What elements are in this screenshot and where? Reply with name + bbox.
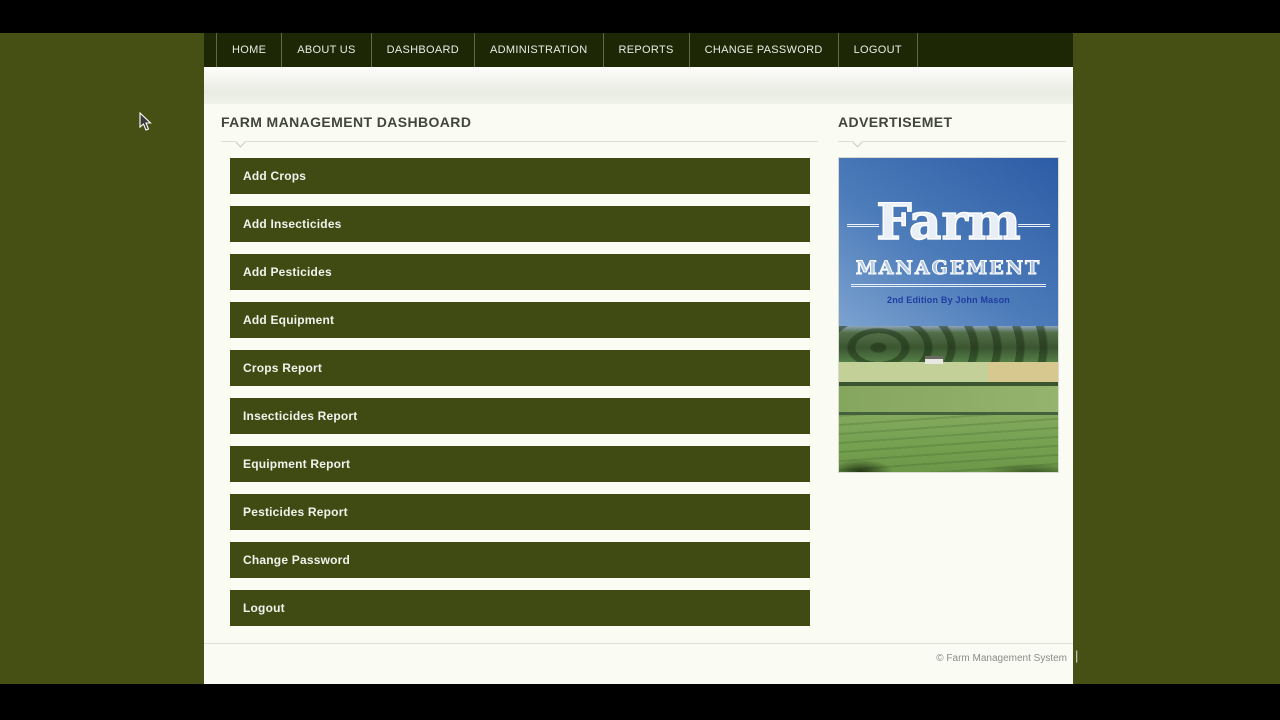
change-password-button[interactable]: Change Password [230, 542, 810, 578]
nav-item-home[interactable]: HOME [216, 33, 281, 67]
dashboard-section: FARM MANAGEMENT DASHBOARD Add Crops Add … [221, 104, 818, 638]
add-equipment-button[interactable]: Add Equipment [230, 302, 810, 338]
pesticides-report-button[interactable]: Pesticides Report [230, 494, 810, 530]
wheat-patch-art [988, 362, 1058, 382]
dashboard-heading: FARM MANAGEMENT DASHBOARD [221, 114, 472, 130]
footer-copyright: © Farm Management System [936, 653, 1067, 664]
cover-rule-bottom [851, 284, 1046, 287]
crops-report-button[interactable]: Crops Report [230, 350, 810, 386]
nav-item-administration[interactable]: ADMINISTRATION [474, 33, 603, 67]
heading-divider [221, 137, 818, 148]
add-insecticides-button[interactable]: Add Insecticides [230, 206, 810, 242]
nav-item-logout[interactable]: LOGOUT [837, 33, 918, 67]
main-area: FARM MANAGEMENT DASHBOARD Add Crops Add … [204, 104, 1073, 643]
nav-item-about-us[interactable]: ABOUT US [281, 33, 370, 67]
book-title: Farm [876, 191, 1022, 251]
logout-button[interactable]: Logout [230, 590, 810, 626]
field-band-pale [839, 356, 1058, 382]
screen: HOME ABOUT US DASHBOARD ADMINISTRATION R… [0, 0, 1280, 720]
heading-divider [838, 137, 1066, 148]
top-navbar: HOME ABOUT US DASHBOARD ADMINISTRATION R… [204, 33, 1073, 67]
book-edition-note: 2nd Edition By John Mason [886, 295, 1010, 305]
advertisement-heading: ADVERTISEMET [838, 114, 953, 130]
advertisement-section: ADVERTISEMET Farm MANAGEMENT 2nd Edition… [838, 104, 1066, 473]
add-crops-button[interactable]: Add Crops [230, 158, 810, 194]
advertisement-book-cover[interactable]: Farm MANAGEMENT 2nd Edition By John Maso… [838, 157, 1059, 473]
divider-notch [852, 137, 863, 148]
mouse-cursor-icon [139, 112, 152, 131]
text-caret-mark: | [1075, 648, 1079, 663]
field-foreground-art [839, 415, 1058, 472]
cover-landscape-art [839, 326, 1058, 472]
header-strip [204, 67, 1073, 104]
dashboard-button-list: Add Crops Add Insecticides Add Pesticide… [230, 158, 818, 626]
farm-building-art [925, 356, 943, 364]
nav-item-reports[interactable]: REPORTS [602, 33, 689, 67]
content-column: HOME ABOUT US DASHBOARD ADMINISTRATION R… [204, 33, 1073, 684]
footer: © Farm Management System [204, 643, 1073, 684]
book-subtitle: MANAGEMENT [855, 257, 1042, 280]
divider-notch [235, 137, 246, 148]
hills-art [839, 326, 1058, 362]
nav-item-change-password[interactable]: CHANGE PASSWORD [688, 33, 838, 67]
insecticides-report-button[interactable]: Insecticides Report [230, 398, 810, 434]
nav-item-dashboard[interactable]: DASHBOARD [370, 33, 474, 67]
field-band-mid [839, 386, 1058, 412]
add-pesticides-button[interactable]: Add Pesticides [230, 254, 810, 290]
equipment-report-button[interactable]: Equipment Report [230, 446, 810, 482]
